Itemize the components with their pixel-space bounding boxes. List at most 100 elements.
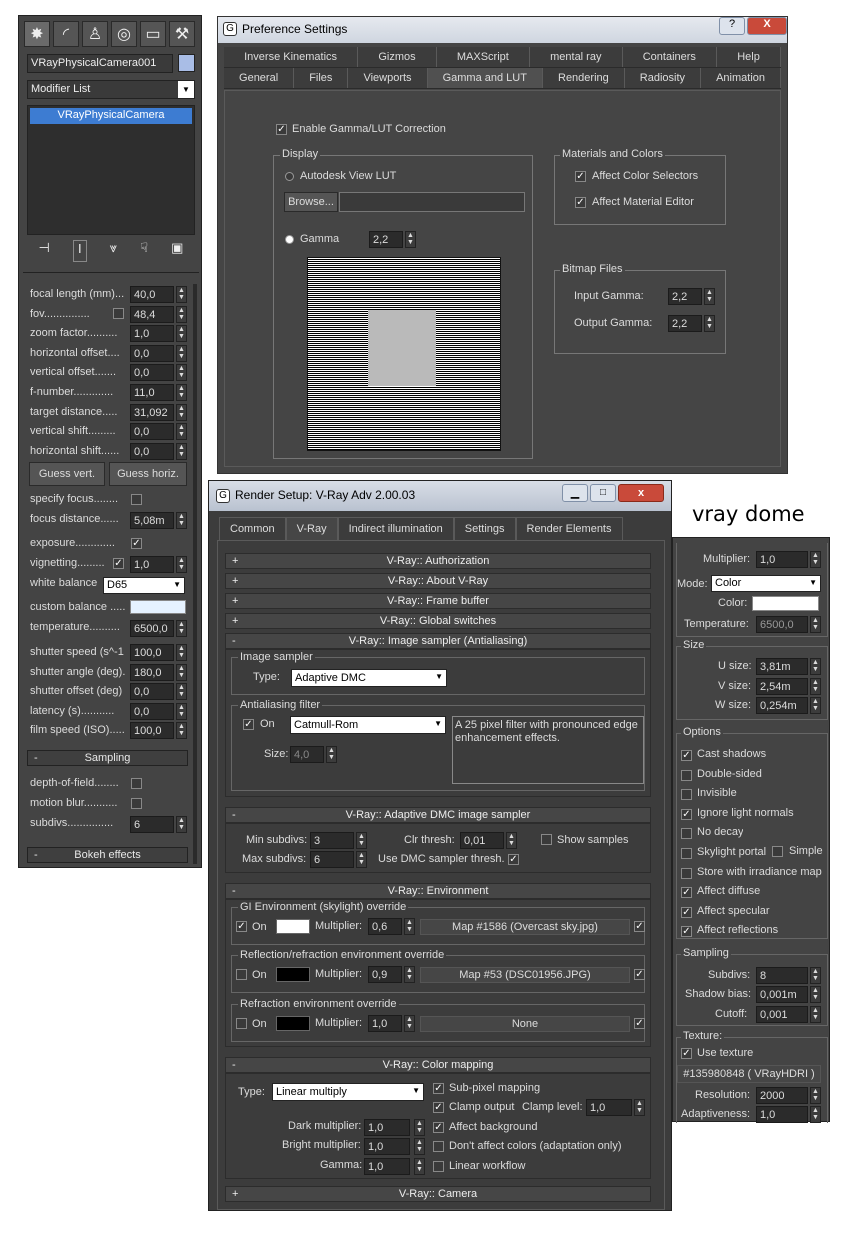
bokeh-rollout[interactable]: - Bokeh effects xyxy=(27,847,188,863)
gi-map-button[interactable]: Map #1586 (Overcast sky.jpg) xyxy=(420,919,630,935)
param-spinner[interactable]: ▲ ▼ xyxy=(176,325,187,343)
shadow-bias-spinner[interactable]: ▲ ▼ xyxy=(810,986,821,1003)
refl-multiplier-spinner[interactable]: ▲ ▼ xyxy=(404,966,415,983)
dome-temperature-spinner[interactable]: ▲ ▼ xyxy=(810,616,821,633)
focus-distance-input[interactable]: 5,08m xyxy=(130,512,174,529)
scrollbar[interactable] xyxy=(193,284,197,864)
option-checkbox[interactable]: ✓ xyxy=(681,926,692,938)
cm-type-select[interactable]: Linear multiply ▼ xyxy=(272,1083,424,1101)
tab[interactable]: MAXScript xyxy=(437,47,530,67)
param-spinner[interactable]: ▲ ▼ xyxy=(176,423,187,441)
dome-multiplier-spinner[interactable]: ▲ ▼ xyxy=(810,551,821,568)
tab[interactable]: Gizmos xyxy=(358,47,437,67)
pin-stack-icon[interactable]: ⊣ xyxy=(39,240,50,262)
shadow-bias-input[interactable]: 0,001m xyxy=(756,986,808,1003)
refl-on-checkbox[interactable] xyxy=(236,969,247,980)
param-spinner[interactable]: ▲ ▼ xyxy=(176,722,187,740)
display-tab-icon[interactable]: ▭ xyxy=(140,21,166,47)
utilities-tab-icon[interactable]: ⚒ xyxy=(169,21,195,47)
dome-mode-select[interactable]: Color ▼ xyxy=(711,575,821,592)
refl-map-checkbox[interactable]: ✓ xyxy=(634,969,645,980)
motion-blur-checkbox[interactable] xyxy=(131,798,142,809)
gi-multiplier-spinner[interactable]: ▲ ▼ xyxy=(404,918,415,935)
adaptive-dmc-rollout[interactable]: - V-Ray:: Adaptive DMC image sampler xyxy=(225,807,651,823)
option-checkbox[interactable] xyxy=(681,789,692,801)
param-input[interactable]: 11,0 xyxy=(130,384,174,401)
vignetting-checkbox[interactable]: ✓ xyxy=(113,558,124,569)
specify-focus-checkbox[interactable] xyxy=(131,494,142,505)
param-spinner[interactable]: ▲ ▼ xyxy=(176,364,187,382)
tab[interactable]: Viewports xyxy=(348,68,428,88)
chevron-down-icon[interactable]: ▼ xyxy=(178,81,194,98)
temperature-input[interactable]: 6500,0 xyxy=(130,620,174,637)
option-checkbox[interactable] xyxy=(681,828,692,840)
param-input[interactable]: 100,0 xyxy=(130,644,174,661)
param-spinner[interactable]: ▲ ▼ xyxy=(176,305,187,323)
camera-rollout[interactable]: + V-Ray:: Camera xyxy=(225,1186,651,1202)
autodesk-lut-radio[interactable] xyxy=(285,172,294,181)
clr-thresh-spinner[interactable]: ▲ ▼ xyxy=(506,832,517,849)
browse-button[interactable]: Browse... xyxy=(284,192,338,212)
dof-checkbox[interactable] xyxy=(131,778,142,789)
u-size-input[interactable]: 3,81m xyxy=(756,658,808,675)
make-unique-icon[interactable]: ⩔ xyxy=(110,240,117,262)
param-spinner[interactable]: ▲ ▼ xyxy=(176,442,187,460)
resolution-spinner[interactable]: ▲ ▼ xyxy=(810,1087,821,1104)
frame-buffer-rollout[interactable]: + V-Ray:: Frame buffer xyxy=(225,593,651,609)
use-texture-checkbox[interactable]: ✓ xyxy=(681,1048,692,1059)
global-switches-rollout[interactable]: + V-Ray:: Global switches xyxy=(225,613,651,629)
param-input[interactable]: 100,0 xyxy=(130,722,174,740)
authorization-rollout[interactable]: + V-Ray:: Authorization xyxy=(225,553,651,569)
u-size-spinner[interactable]: ▲ ▼ xyxy=(810,658,821,675)
w-size-spinner[interactable]: ▲ ▼ xyxy=(810,697,821,714)
image-sampler-rollout[interactable]: - V-Ray:: Image sampler (Antialiasing) xyxy=(225,633,651,649)
linear-workflow-checkbox[interactable] xyxy=(433,1161,444,1172)
create-tab-icon[interactable]: ✸ xyxy=(24,21,50,47)
min-subdivs-input[interactable]: 3 xyxy=(310,832,354,849)
cutoff-spinner[interactable]: ▲ ▼ xyxy=(810,1006,821,1023)
bright-mult-spinner[interactable]: ▲ ▼ xyxy=(414,1138,425,1155)
maximize-icon[interactable]: □ xyxy=(590,484,616,502)
tab[interactable]: Containers xyxy=(623,47,718,67)
tab[interactable]: Rendering xyxy=(543,68,625,88)
w-size-input[interactable]: 0,254m xyxy=(756,697,808,714)
modify-tab-icon[interactable]: ◜ xyxy=(53,21,79,47)
param-input[interactable]: 48,4 xyxy=(130,305,174,323)
param-input[interactable]: 0,0 xyxy=(130,702,174,720)
tab[interactable]: Gamma and LUT xyxy=(427,68,543,88)
option-checkbox[interactable]: ✓ xyxy=(681,750,692,761)
refr-multiplier-input[interactable]: 1,0 xyxy=(368,1015,402,1032)
dome-temperature-input[interactable]: 6500,0 xyxy=(756,616,808,633)
tab[interactable]: Common xyxy=(219,517,286,540)
affect-bg-checkbox[interactable]: ✓ xyxy=(433,1122,444,1133)
refl-color-swatch[interactable] xyxy=(276,967,310,982)
filter-select[interactable]: Catmull-Rom ▼ xyxy=(290,716,446,734)
gamma-input[interactable]: 1,0 xyxy=(364,1158,410,1175)
enable-gamma-checkbox[interactable]: ✓ xyxy=(276,124,287,135)
lut-path-field[interactable] xyxy=(339,192,525,212)
input-gamma-spinner[interactable]: ▲ ▼ xyxy=(704,288,715,305)
refl-map-button[interactable]: Map #53 (DSC01956.JPG) xyxy=(420,967,630,983)
dome-color-swatch[interactable] xyxy=(752,596,819,611)
texture-map-button[interactable]: #135980848 ( VRayHDRI ) xyxy=(677,1065,821,1083)
param-input[interactable]: 0,0 xyxy=(130,683,174,701)
param-input[interactable]: 40,0 xyxy=(130,286,174,303)
sampler-type-select[interactable]: Adaptive DMC ▼ xyxy=(291,669,447,687)
gi-multiplier-input[interactable]: 0,6 xyxy=(368,918,402,935)
clamp-output-checkbox[interactable]: ✓ xyxy=(433,1102,444,1113)
environment-rollout[interactable]: - V-Ray:: Environment xyxy=(225,883,651,899)
option-checkbox[interactable] xyxy=(681,867,692,879)
option-checkbox[interactable] xyxy=(681,769,692,781)
cutoff-input[interactable]: 0,001 xyxy=(756,1006,808,1023)
hierarchy-tab-icon[interactable]: ♙ xyxy=(82,21,108,47)
tab[interactable]: mental ray xyxy=(530,47,623,67)
object-name-field[interactable]: VRayPhysicalCamera001 xyxy=(27,54,173,73)
param-input[interactable]: 0,0 xyxy=(130,344,174,362)
about-rollout[interactable]: + V-Ray:: About V-Ray xyxy=(225,573,651,589)
refr-multiplier-spinner[interactable]: ▲ ▼ xyxy=(404,1015,415,1032)
dark-mult-spinner[interactable]: ▲ ▼ xyxy=(414,1119,425,1136)
v-size-input[interactable]: 2,54m xyxy=(756,678,808,695)
affect-color-checkbox[interactable]: ✓ xyxy=(575,171,586,182)
tab[interactable]: General xyxy=(224,68,295,88)
minimize-icon[interactable]: ▁ xyxy=(562,484,588,502)
